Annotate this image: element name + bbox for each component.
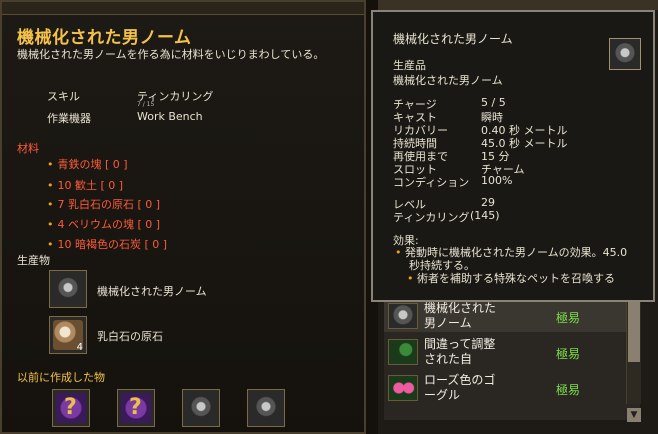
tooltip-title: 機械化された男ノーム xyxy=(393,32,513,46)
effect-line: • 術者を補助する特殊なペットを召喚する xyxy=(407,272,615,285)
tab-bar[interactable] xyxy=(378,0,658,10)
unknown-item-icon: ? xyxy=(56,393,86,423)
previous-item-slot[interactable] xyxy=(182,389,220,427)
list-item-name: 機械化された男ノーム xyxy=(424,301,497,330)
level-value: 29 xyxy=(481,196,495,209)
material-item: • 4 ベリウムの塊 [ 0 ] xyxy=(47,218,161,231)
materials-header: 材料 xyxy=(17,142,39,155)
material-item: • 青鉄の塊 [ 0 ] xyxy=(47,158,128,171)
list-item[interactable]: 機械化された男ノーム 極易 xyxy=(384,300,632,332)
tooltip-subtitle: 機械化された男ノーム xyxy=(393,74,503,87)
recipe-detail-panel: 機械化された男ノーム 機械化された男ノームを作る為に材料をいじりまわしている。 … xyxy=(0,0,366,434)
product-name: 乳白石の原石 xyxy=(97,330,163,343)
material-item: • 7 乳白石の原石 [ 0 ] xyxy=(47,198,161,211)
item-tooltip: 機械化された男ノーム 生産品 機械化された男ノーム チャージ 5 / 5 キャス… xyxy=(371,10,655,302)
list-item-name: ローズ色のゴーグル xyxy=(424,373,496,402)
gnome-icon xyxy=(612,41,638,67)
recipe-title: 機械化された男ノーム xyxy=(17,28,192,48)
device-label: 作業機器 xyxy=(47,112,91,125)
tooltip-item-icon xyxy=(609,38,641,70)
gnome-icon xyxy=(186,393,216,423)
stat-label: コンディション xyxy=(393,176,470,189)
list-item[interactable]: ローズ色のゴーグル 極易 xyxy=(384,372,632,404)
goggles-icon xyxy=(388,375,418,401)
product-slot[interactable] xyxy=(49,270,87,308)
list-item-name: 間違って調整された自 xyxy=(424,337,496,366)
quantity-badge: 4 xyxy=(76,342,83,353)
gnome-icon xyxy=(388,303,418,329)
previous-item-slot[interactable]: ? xyxy=(117,389,155,427)
list-scrollbar[interactable]: ▼ xyxy=(626,300,641,422)
skill-requirement-label: ティンカリング xyxy=(393,211,470,224)
effect-line: 秒持続する。 xyxy=(409,259,475,272)
previous-header: 以前に作成した物 xyxy=(17,371,105,384)
product-slot[interactable]: 4 xyxy=(49,316,87,354)
stat-value: 5 / 5 xyxy=(481,96,506,109)
difficulty-label: 極易 xyxy=(556,311,581,325)
previous-item-slot[interactable] xyxy=(247,389,285,427)
gnome-icon xyxy=(251,393,281,423)
scroll-thumb[interactable] xyxy=(628,300,640,362)
previous-item-slot[interactable]: ? xyxy=(52,389,90,427)
gnome-icon xyxy=(53,274,83,304)
difficulty-label: 極易 xyxy=(556,347,581,361)
material-item: • 10 歓土 [ 0 ] xyxy=(47,179,124,192)
product-name: 機械化された男ノーム xyxy=(97,285,207,298)
list-item[interactable]: 間違って調整された自 極易 xyxy=(384,336,632,368)
products-header: 生産物 xyxy=(17,254,50,267)
panel-frame xyxy=(2,2,364,15)
skill-requirement-value: (145) xyxy=(470,209,500,222)
difficulty-label: 極易 xyxy=(556,383,581,397)
wrench-icon xyxy=(388,339,418,365)
unknown-item-icon: ? xyxy=(121,393,151,423)
device-value: Work Bench xyxy=(137,110,203,123)
recipe-list: 機械化された男ノーム 極易 間違って調整された自 極易 ローズ色のゴーグル 極易 xyxy=(384,300,640,420)
skill-label: スキル xyxy=(47,90,80,103)
stat-value: 100% xyxy=(481,174,513,187)
recipe-description: 機械化された男ノームを作る為に材料をいじりまわしている。 xyxy=(17,48,325,61)
scroll-down-icon[interactable]: ▼ xyxy=(627,408,641,422)
skill-progress: 7 / 15 xyxy=(137,101,155,108)
effect-line: • 発動時に機械化された男ノームの効果。45.0 xyxy=(395,246,628,259)
tooltip-category: 生産品 xyxy=(393,59,426,72)
material-item: • 10 暗褐色の石炭 [ 0 ] xyxy=(47,238,168,251)
